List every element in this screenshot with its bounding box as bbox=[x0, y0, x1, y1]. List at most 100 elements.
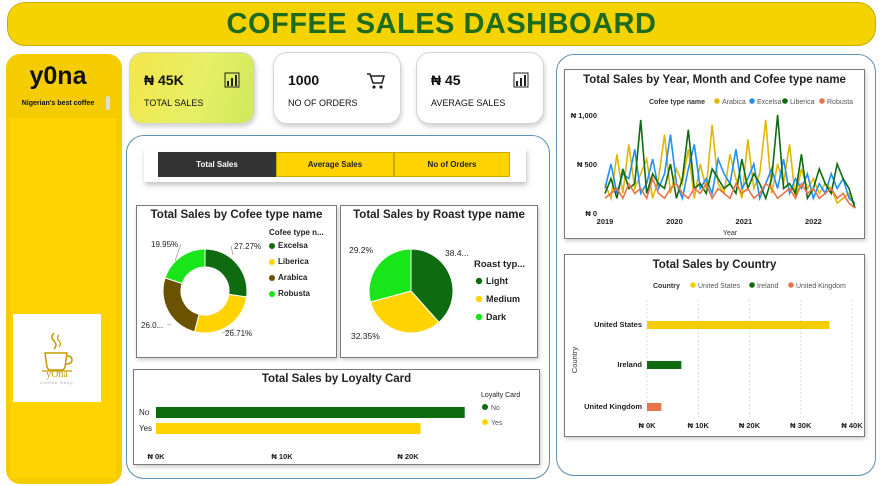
legend-dot bbox=[482, 404, 488, 410]
bar-category-label: Ireland bbox=[617, 360, 642, 369]
legend-dot bbox=[690, 282, 696, 288]
country-bar-chart: Country United States Ireland United Kingdo… bbox=[570, 282, 863, 430]
page-title: COFFEE SALES DASHBOARD bbox=[226, 7, 657, 40]
x-axis-label: Year bbox=[723, 230, 738, 237]
year-month-line-chart: Cofee type name Arabica Excelsa Liberica Rob… bbox=[571, 98, 856, 237]
legend-dot bbox=[269, 258, 275, 265]
kpi-total-sales: ₦ 45K TOTAL SALES bbox=[129, 52, 255, 124]
logo-text: yOna bbox=[46, 369, 68, 380]
legend-item-robusta[interactable]: Robusta bbox=[269, 289, 310, 298]
logo-box: yOna Coffee Shop bbox=[13, 314, 101, 402]
legend-title: Roast typ... bbox=[474, 259, 526, 270]
donut-data-label: 26.0... bbox=[141, 321, 163, 330]
legend-item-dark: Dark bbox=[486, 312, 507, 322]
x-tick-label: ₦ 10K bbox=[688, 421, 710, 430]
donut-data-label: 27.27% bbox=[234, 242, 261, 251]
logo-subtext: Coffee Shop bbox=[40, 380, 74, 385]
donut-leader-line bbox=[166, 323, 172, 326]
donut-slice-robusta bbox=[164, 248, 206, 285]
country-bar-united-states bbox=[647, 321, 830, 329]
country-card: Total Sales by Country Country United Sta… bbox=[564, 254, 865, 437]
pie-data-label: 38.4... bbox=[445, 248, 469, 258]
bar-category-label: United Kingdom bbox=[584, 402, 642, 411]
country-bar-ireland bbox=[647, 361, 682, 369]
coffee-type-card: Total Sales by Cofee type name 27.27% 26.… bbox=[136, 205, 337, 358]
bar-category-label: No bbox=[139, 408, 150, 417]
x-tick-label: 2022 bbox=[805, 217, 822, 226]
legend-dot bbox=[475, 277, 483, 285]
bar-category-label: Yes bbox=[139, 424, 152, 433]
donut-data-label: 26.71% bbox=[225, 329, 252, 338]
legend-item-arabica[interactable]: Arabica bbox=[269, 273, 307, 282]
sidebar-inner-panel bbox=[10, 118, 116, 478]
legend-label: Excelsa bbox=[278, 241, 308, 250]
legend-label: Robusta bbox=[278, 289, 310, 298]
metric-toggle: Total Sales Average Sales No of Orders bbox=[144, 148, 526, 182]
kpi-label: AVERAGE SALES bbox=[431, 98, 506, 108]
brand-name: y0na bbox=[29, 62, 87, 90]
sidebar-scrollbar[interactable] bbox=[106, 96, 110, 110]
legend-item-medium: Medium bbox=[486, 294, 520, 304]
bar-category-label: United States bbox=[594, 320, 642, 329]
legend-item-liberica: Liberica bbox=[790, 99, 815, 106]
x-tick-label: ₦ 10K bbox=[271, 452, 293, 461]
legend-item-liberica[interactable]: Liberica bbox=[269, 257, 309, 266]
legend-dot bbox=[714, 98, 720, 104]
y-tick-label: ₦ 0 bbox=[585, 209, 597, 218]
legend-item-light: Light bbox=[486, 276, 508, 286]
y-tick-label: ₦ 1,000 bbox=[571, 111, 597, 120]
legend-item-yes: Yes bbox=[491, 420, 503, 427]
donut-data-label: 19.95% bbox=[151, 240, 178, 249]
legend-dot bbox=[475, 313, 483, 321]
legend-label: Arabica bbox=[278, 273, 308, 282]
x-tick-label: 2019 bbox=[597, 217, 614, 226]
year-month-card: Total Sales by Year, Month and Cofee typ… bbox=[564, 69, 865, 239]
legend-dot bbox=[782, 98, 788, 104]
cart-icon bbox=[367, 73, 385, 89]
legend-dot bbox=[788, 282, 794, 288]
legend-dot bbox=[269, 274, 275, 281]
legend-dot bbox=[749, 282, 755, 288]
roast-type-card: Total Sales by Roast type name 38.4... 32… bbox=[340, 205, 538, 358]
loyalty-card: Total Sales by Loyalty Card No Yes ₦ 0K ₦ 1… bbox=[133, 369, 540, 465]
x-tick-label: 2020 bbox=[666, 217, 683, 226]
x-tick-label: ₦ 30K bbox=[790, 421, 812, 430]
x-tick-label: ₦ 0K bbox=[638, 421, 656, 430]
toggle-average-sales-button[interactable]: Average Sales bbox=[276, 152, 394, 177]
legend-dot bbox=[475, 295, 483, 303]
x-tick-label: ₦ 0K bbox=[147, 452, 165, 461]
legend-item-excelsa[interactable]: Excelsa bbox=[269, 241, 308, 250]
toggle-no-of-orders-button[interactable]: No of Orders bbox=[394, 152, 510, 177]
brand-tagline: Nigerian's best coffee bbox=[21, 100, 95, 107]
legend-item-excelsa: Excelsa bbox=[757, 99, 782, 106]
x-tick-label: ₦ 40K bbox=[841, 421, 863, 430]
dashboard-title-bar: COFFEE SALES DASHBOARD bbox=[7, 2, 876, 46]
toggle-total-sales-button[interactable]: Total Sales bbox=[158, 152, 276, 177]
legend-title: Cofee type name bbox=[649, 99, 705, 106]
x-tick-label: ₦ 20K bbox=[739, 421, 761, 430]
legend-dot bbox=[749, 98, 755, 104]
legend-title: Loyalty Card bbox=[481, 392, 520, 399]
legend-title: Cofee type n... bbox=[269, 228, 324, 237]
y-tick-label: ₦ 500 bbox=[577, 160, 597, 169]
legend-item-no: No bbox=[491, 405, 500, 412]
legend-item-ireland: Ireland bbox=[757, 283, 779, 290]
legend-dot bbox=[269, 290, 275, 297]
legend-dot bbox=[819, 98, 825, 104]
pie-data-label: 29.2% bbox=[349, 245, 374, 255]
kpi-average-sales: ₦ 45 AVERAGE SALES bbox=[416, 52, 544, 124]
loyalty-bar-yes bbox=[156, 423, 421, 434]
donut-leader-line bbox=[230, 245, 234, 256]
bar-chart-icon bbox=[513, 72, 529, 88]
legend-item-united-kingdom: United Kingdom bbox=[796, 283, 846, 290]
bar-chart-icon bbox=[224, 72, 240, 88]
kpi-label: TOTAL SALES bbox=[144, 98, 204, 108]
roast-type-pie-chart: 38.4... 32.35% 29.2% Light Medium Dark bbox=[349, 245, 520, 341]
country-bar-united-kingdom bbox=[647, 403, 662, 411]
donut-slice-arabica bbox=[162, 277, 200, 333]
legend-item-arabica: Arabica bbox=[722, 99, 746, 106]
y-axis-label: Country bbox=[570, 347, 579, 374]
legend-dot bbox=[269, 242, 275, 249]
loyalty-bar-chart: No Yes ₦ 0K ₦ 10K ₦ 20K Loyalty Card No Yes bbox=[139, 392, 520, 461]
donut-slice-liberica bbox=[193, 293, 248, 334]
